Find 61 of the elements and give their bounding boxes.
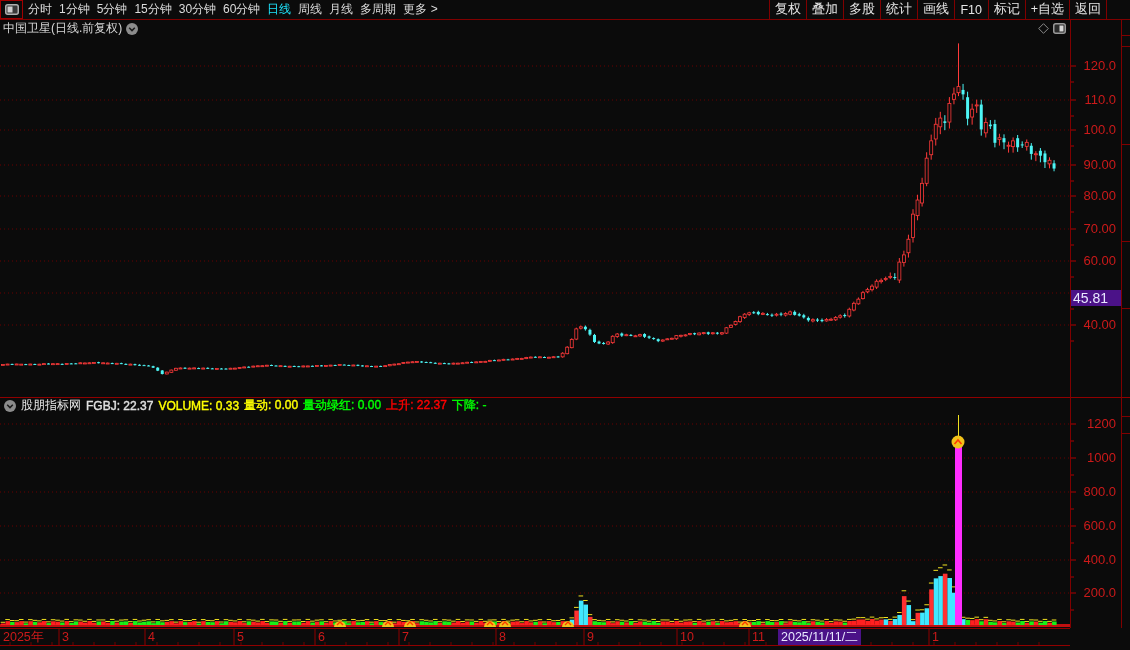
toolbar-button[interactable]: 复权 <box>768 0 806 19</box>
date-axis-label: 5 <box>237 630 244 644</box>
toolbar-button[interactable]: 标记 <box>987 0 1025 19</box>
toolbar-button[interactable]: +自选 <box>1024 0 1069 19</box>
period-tab[interactable]: 15分钟 <box>134 1 172 18</box>
date-axis-label: 4 <box>148 630 155 644</box>
dropdown-icon[interactable] <box>126 22 139 35</box>
toolbar-button[interactable]: 返回 <box>1069 0 1107 19</box>
period-tab[interactable]: 周线 <box>298 1 323 18</box>
price-axis-label: 110.0 <box>1084 93 1116 107</box>
indicator-axis-label: 600.0 <box>1083 519 1116 533</box>
price-axis-label: 90.00 <box>1083 158 1116 172</box>
chart-title: 中国卫星(日线.前复权) <box>3 20 123 37</box>
date-axis-label: 7 <box>402 630 409 644</box>
indicator-axis-label: 200.0 <box>1083 586 1116 600</box>
indicator-reading: 量动: 0.00 <box>244 397 299 414</box>
toolbar-button[interactable]: 统计 <box>879 0 917 19</box>
period-tab[interactable]: 60分钟 <box>223 1 261 18</box>
date-axis-label: 9 <box>587 630 594 644</box>
date-axis-label: 11 <box>752 630 765 644</box>
price-axis-label: 70.00 <box>1083 222 1116 236</box>
panel-toggle-icon[interactable] <box>1053 23 1066 34</box>
period-tab[interactable]: 日线 <box>267 1 292 18</box>
cursor-date-label: 2025/11/11/二 <box>778 629 862 645</box>
toolbar-button[interactable]: F10 <box>953 0 988 19</box>
date-axis-label: 1 <box>932 630 939 644</box>
indicator-axis-label: 800.0 <box>1083 485 1116 499</box>
price-axis-label: 40.00 <box>1083 318 1116 332</box>
indicator-reading: 上升: 22.37 <box>386 397 447 414</box>
price-axis-label: 100.0 <box>1083 123 1116 137</box>
toolbar-button[interactable]: 画线 <box>916 0 954 19</box>
price-axis-label: 120.0 <box>1083 59 1116 73</box>
indicator-reading: 量动绿红: 0.00 <box>303 397 382 414</box>
indicator-axis-label: 400.0 <box>1083 553 1116 567</box>
price-axis-label: 60.00 <box>1083 254 1116 268</box>
toolbar-button[interactable]: 叠加 <box>805 0 843 19</box>
date-axis-label: 8 <box>499 630 506 644</box>
period-tab[interactable]: 5分钟 <box>96 1 128 18</box>
date-axis-label: 3 <box>62 630 69 644</box>
period-tab[interactable]: 多周期 <box>360 1 397 18</box>
period-tab[interactable]: 月线 <box>329 1 354 18</box>
diamond-icon[interactable] <box>1038 23 1049 34</box>
indicator-reading: VOLUME: 0.33 <box>158 398 240 413</box>
indicator-reading: 下降: - <box>451 397 487 414</box>
sidebar-toggle-button[interactable] <box>0 0 23 19</box>
current-price-label: 45.81 <box>1071 290 1121 306</box>
period-tab[interactable]: 1分钟 <box>59 1 90 18</box>
indicator-axis-label: 1000 <box>1087 451 1116 465</box>
date-axis-label: 6 <box>318 630 325 644</box>
dropdown-icon[interactable] <box>4 399 16 412</box>
period-tab[interactable]: 更多 > <box>403 1 438 18</box>
sidebar-toggle-icon <box>4 4 19 15</box>
period-tab[interactable]: 分时 <box>28 1 52 18</box>
period-tab[interactable]: 30分钟 <box>178 1 217 18</box>
date-axis-label: 10 <box>680 630 694 644</box>
indicator-name: 股朋指标网 <box>21 397 81 414</box>
date-axis-label: 2025年 <box>3 630 44 644</box>
indicator-axis-label: 1200 <box>1087 417 1116 431</box>
indicator-reading: FGBJ: 22.37 <box>86 398 154 413</box>
price-axis-label: 80.00 <box>1083 189 1116 203</box>
toolbar-button[interactable]: 多股 <box>842 0 880 19</box>
